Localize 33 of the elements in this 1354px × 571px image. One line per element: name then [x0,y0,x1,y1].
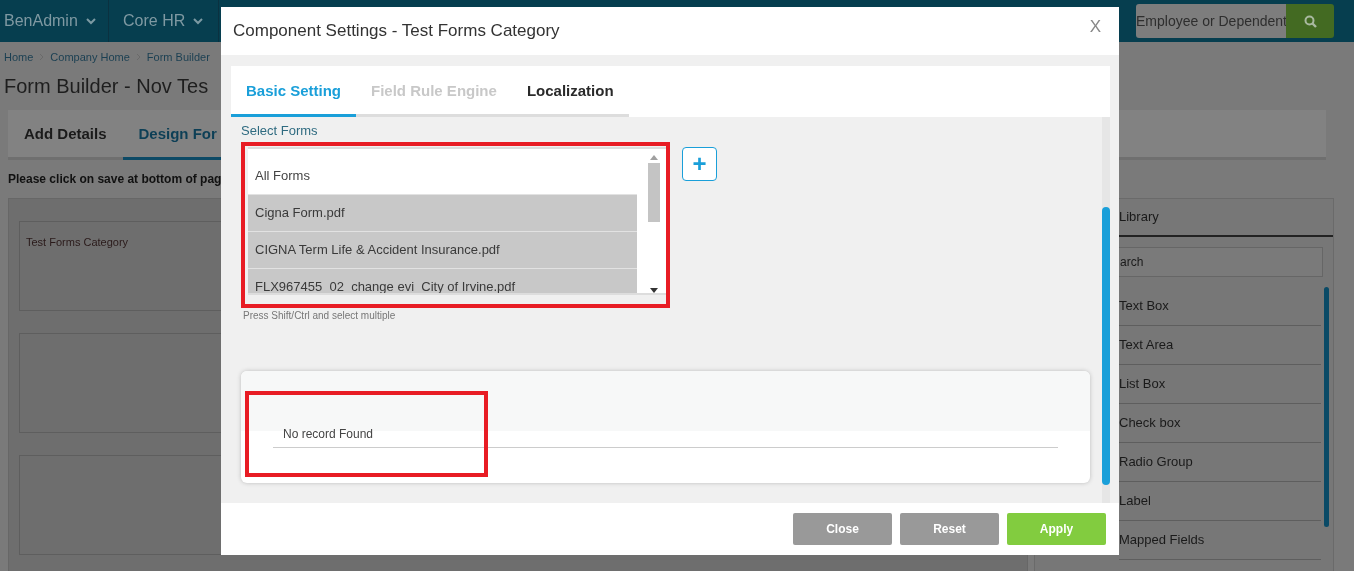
breadcrumb-link[interactable]: Home [4,51,34,63]
search-field[interactable]: Employee or Dependent [1136,4,1286,38]
search-button[interactable] [1286,4,1334,38]
dismiss-button[interactable]: X [1083,16,1107,38]
chevron-down-icon [193,17,204,25]
breadcrumb-link[interactable]: Form Builder [146,51,210,63]
scroll-up-icon [650,155,658,160]
nav-menu[interactable]: BenAdmin [0,0,109,42]
search-icon [1303,14,1317,28]
list-option[interactable]: CIGNA Term Life & Accident Insurance.pdf [248,232,637,269]
tab[interactable]: Localization [511,66,629,117]
section-title: Test Forms Category [26,236,129,248]
empty-message: No record Found [273,425,1058,448]
scrollbar-thumb[interactable] [1324,287,1329,527]
dialog-button[interactable]: Close [793,513,892,545]
scrollbar[interactable] [1102,117,1110,503]
breadcrumb-link[interactable]: Company Home [50,51,130,63]
dialog-title: Component Settings - Test Forms Category [233,21,560,41]
dialog-button[interactable]: Reset [900,513,999,545]
add-button[interactable]: + [682,147,717,181]
list-option[interactable]: Cigna Form.pdf [248,195,637,232]
tab[interactable]: Basic Setting [231,66,357,117]
field-label: Select Forms [241,123,319,140]
dialog-button[interactable]: Apply [1007,513,1106,545]
page-title: Form Builder - Nov Tes [4,74,209,99]
nav-menu[interactable]: Core HR [109,0,219,42]
forms-list-box[interactable]: All Forms Cigna Form.pdf CIGNA Term Life & Accident Insurance.pdf FLX967455_02_change evi_City of Irvine.pdf [248,147,666,295]
page-tab[interactable]: Add Details [8,110,123,157]
list-option[interactable]: FLX967455_02_change evi_City of Irvine.pdf [248,269,637,293]
hint-text: Press Shift/Ctrl and select multiple [243,310,397,321]
notice-text: Please click on save at bottom of pag [8,172,222,188]
scroll-down-icon [650,288,658,293]
chevron-down-icon [85,17,96,25]
